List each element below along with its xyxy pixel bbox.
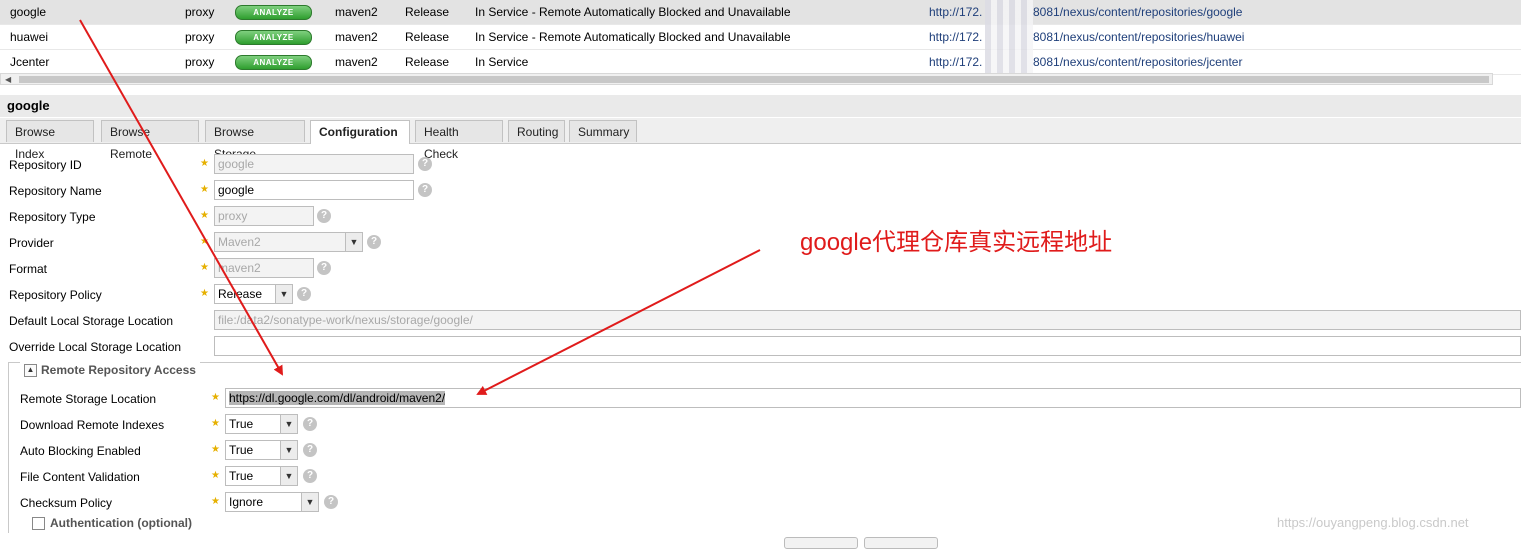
annotation-text: google代理仓库真实远程地址 [800, 229, 1113, 256]
arrow-line [79, 19, 283, 376]
annotation-arrows [79, 19, 761, 395]
arrow-line [476, 249, 761, 395]
watermark: https://ouyangpeng.blog.csdn.net [1277, 515, 1469, 530]
